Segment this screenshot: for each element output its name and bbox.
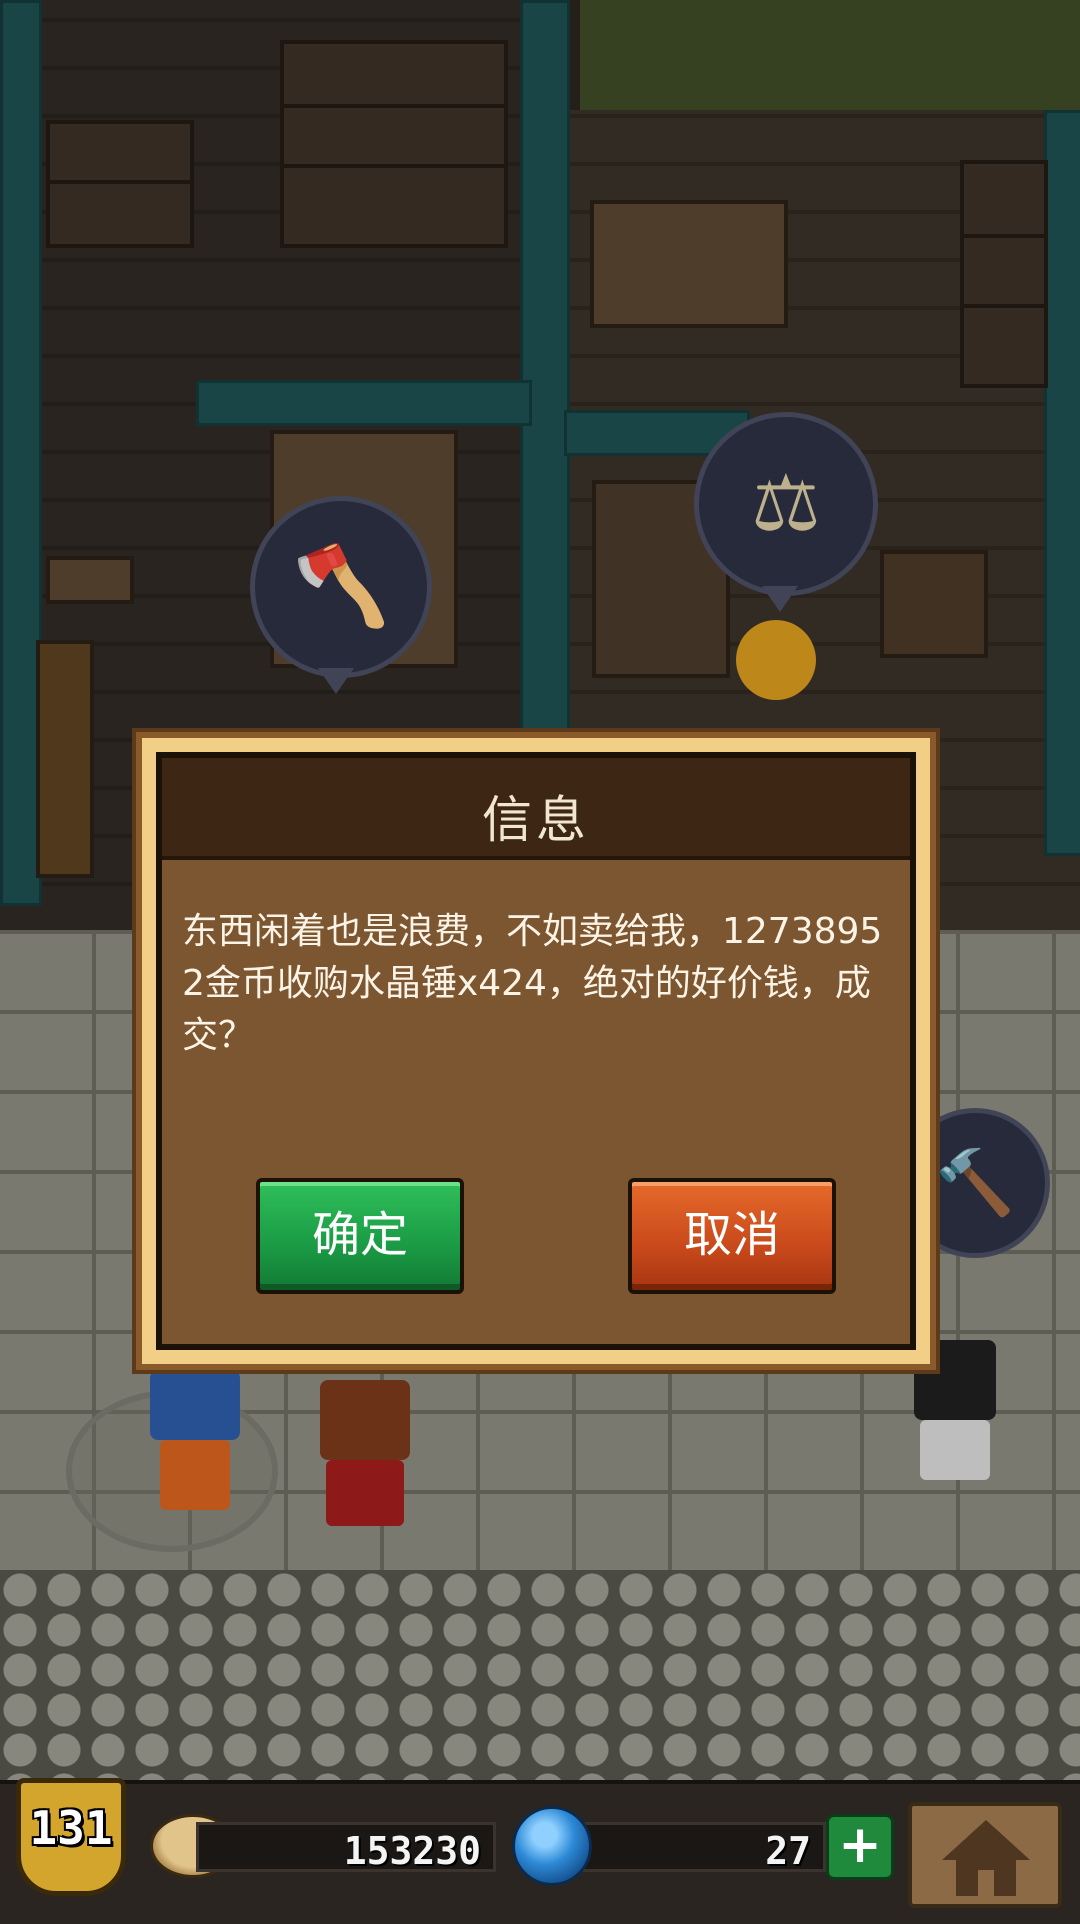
cancel-button[interactable]: 取消 bbox=[628, 1178, 836, 1294]
level-badge[interactable]: 131 bbox=[16, 1778, 126, 1896]
gem-counter: 27 bbox=[556, 1822, 826, 1873]
gold-amount: 153230 bbox=[343, 1829, 481, 1873]
player-level: 131 bbox=[29, 1801, 113, 1855]
info-dialog: 信息 东西闲着也是浪费，不如卖给我，12738952金币收购水晶锤x424，绝对… bbox=[136, 732, 936, 1370]
confirm-button[interactable]: 确定 bbox=[256, 1178, 464, 1294]
dialog-header: 信息 bbox=[162, 758, 910, 860]
gem-icon bbox=[512, 1806, 592, 1886]
dialog-title: 信息 bbox=[482, 791, 590, 849]
dialog-message: 东西闲着也是浪费，不如卖给我，12738952金币收购水晶锤x424，绝对的好价… bbox=[182, 911, 883, 1056]
home-button[interactable] bbox=[908, 1802, 1062, 1908]
gold-counter: 153230 bbox=[196, 1822, 496, 1873]
dialog-body: 信息 东西闲着也是浪费，不如卖给我，12738952金币收购水晶锤x424，绝对… bbox=[156, 752, 916, 1350]
gem-amount: 27 bbox=[765, 1829, 811, 1873]
bottom-hud: 131 153230 27 + bbox=[0, 1778, 1080, 1924]
home-icon bbox=[942, 1820, 1030, 1860]
add-gems-button[interactable]: + bbox=[826, 1814, 894, 1880]
